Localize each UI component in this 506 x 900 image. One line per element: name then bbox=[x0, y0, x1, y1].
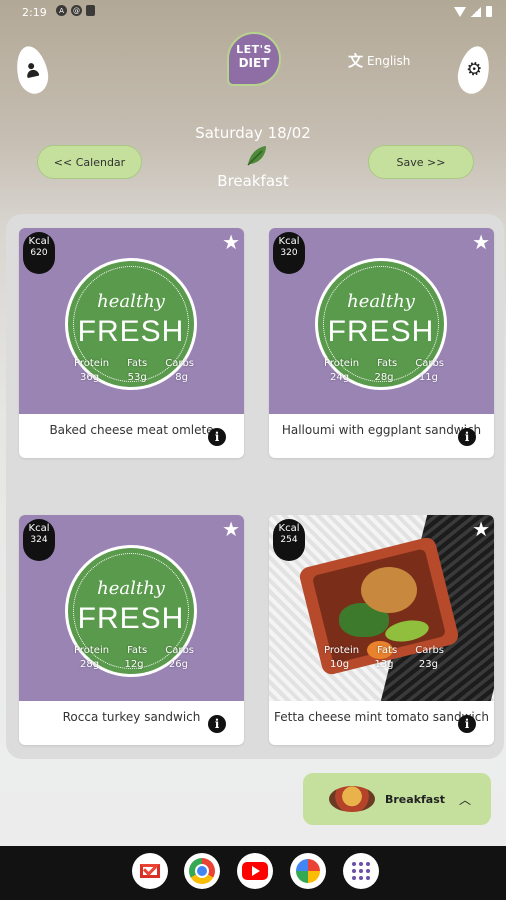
fats-value: 28g bbox=[374, 372, 394, 383]
kcal-badge: Kcal 620 bbox=[23, 232, 55, 274]
fats-label: Fats bbox=[377, 645, 398, 656]
meal-selector[interactable]: Breakfast ︿ bbox=[303, 773, 491, 825]
info-icon[interactable]: i bbox=[458, 715, 476, 733]
protein-label: Protein bbox=[74, 358, 110, 369]
photos-app[interactable] bbox=[290, 853, 326, 889]
language-label: English bbox=[367, 53, 411, 68]
notification-sd-icon bbox=[86, 5, 95, 16]
breakfast-dish-icon bbox=[329, 786, 375, 812]
carbs-value: 11g bbox=[418, 372, 438, 383]
favorite-star-icon[interactable]: ★ bbox=[222, 519, 240, 539]
carbs-value: 8g bbox=[175, 372, 188, 383]
protein-label: Protein bbox=[74, 645, 110, 656]
status-time: 2:19 bbox=[22, 6, 47, 19]
carbs-label: Carbs bbox=[165, 358, 194, 369]
app-drawer-icon bbox=[352, 862, 370, 880]
protein-value: 28g bbox=[80, 659, 100, 670]
carbs-value: 23g bbox=[418, 659, 438, 670]
macros: Protein Fats Carbs 36g 53g 8g bbox=[74, 358, 194, 383]
kcal-value: 324 bbox=[30, 535, 48, 545]
photo-bun bbox=[361, 567, 417, 613]
fats-label: Fats bbox=[127, 645, 148, 656]
chrome-app[interactable] bbox=[184, 853, 220, 889]
signal-icon bbox=[471, 6, 481, 17]
status-notification-icons: A @ bbox=[56, 5, 95, 16]
status-system-icons bbox=[454, 6, 492, 17]
status-bar: 2:19 A @ bbox=[0, 0, 506, 26]
fats-value: 13g bbox=[374, 659, 394, 670]
carbs-label: Carbs bbox=[165, 645, 194, 656]
favorite-star-icon[interactable]: ★ bbox=[472, 519, 490, 539]
kcal-value: 320 bbox=[280, 248, 298, 258]
info-icon[interactable]: i bbox=[458, 428, 476, 446]
protein-label: Protein bbox=[324, 358, 360, 369]
leaf-icon bbox=[247, 146, 266, 166]
favorite-star-icon[interactable]: ★ bbox=[472, 232, 490, 252]
kcal-label: Kcal bbox=[278, 236, 300, 247]
chrome-icon bbox=[189, 858, 215, 884]
badge-line1: healthy bbox=[97, 291, 165, 312]
macros: Protein Fats Carbs 28g 12g 26g bbox=[74, 645, 194, 670]
youtube-icon bbox=[242, 862, 268, 880]
translate-icon: 文 bbox=[348, 52, 364, 70]
meal-card[interactable]: healthy FRESH Protein Fats Carbs 24g 28g… bbox=[269, 228, 494, 458]
macros: Protein Fats Carbs 10g 13g 23g bbox=[324, 645, 444, 670]
wifi-icon bbox=[454, 6, 466, 17]
carbs-label: Carbs bbox=[415, 358, 444, 369]
gmail-icon bbox=[140, 864, 160, 878]
save-button[interactable]: Save >> bbox=[368, 145, 474, 179]
kcal-value: 254 bbox=[280, 535, 298, 545]
gmail-app[interactable] bbox=[132, 853, 168, 889]
carbs-label: Carbs bbox=[415, 645, 444, 656]
meal-card[interactable]: healthy FRESH Protein Fats Carbs 36g 53g… bbox=[19, 228, 244, 458]
protein-value: 24g bbox=[330, 372, 350, 383]
meal-selector-label: Breakfast bbox=[385, 792, 446, 806]
profile-button[interactable] bbox=[12, 43, 52, 97]
badge-line2: FRESH bbox=[77, 315, 185, 348]
fats-label: Fats bbox=[127, 358, 148, 369]
fats-value: 53g bbox=[127, 372, 147, 383]
kcal-label: Kcal bbox=[28, 236, 50, 247]
chevron-up-icon: ︿ bbox=[459, 792, 472, 807]
kcal-badge: Kcal 320 bbox=[273, 232, 305, 274]
language-selector[interactable]: 文 English bbox=[348, 50, 410, 71]
photos-icon bbox=[296, 859, 320, 883]
badge-line1: healthy bbox=[347, 291, 415, 312]
settings-button[interactable]: ⚙ bbox=[454, 43, 494, 97]
notification-a-icon: A bbox=[56, 5, 67, 16]
notification-sync-icon: @ bbox=[71, 5, 82, 16]
kcal-label: Kcal bbox=[28, 523, 50, 534]
meal-card[interactable]: healthy FRESH Protein Fats Carbs 28g 12g… bbox=[19, 515, 244, 745]
battery-icon bbox=[486, 6, 492, 17]
app-logo: LET'S DIET bbox=[227, 32, 281, 86]
user-icon bbox=[24, 62, 41, 79]
protein-label: Protein bbox=[324, 645, 360, 656]
fats-value: 12g bbox=[124, 659, 144, 670]
badge-line2: FRESH bbox=[77, 602, 185, 635]
kcal-value: 620 bbox=[30, 248, 48, 258]
youtube-app[interactable] bbox=[237, 853, 273, 889]
kcal-label: Kcal bbox=[278, 523, 300, 534]
protein-value: 10g bbox=[330, 659, 350, 670]
date-label: Saturday 18/02 bbox=[195, 124, 311, 142]
kcal-badge: Kcal 254 bbox=[273, 519, 305, 561]
badge-line2: FRESH bbox=[327, 315, 435, 348]
macros: Protein Fats Carbs 24g 28g 11g bbox=[324, 358, 444, 383]
fats-label: Fats bbox=[377, 358, 398, 369]
calendar-button[interactable]: << Calendar bbox=[37, 145, 142, 179]
logo-line1: LET'S bbox=[236, 43, 272, 56]
protein-value: 36g bbox=[80, 372, 100, 383]
carbs-value: 26g bbox=[168, 659, 188, 670]
info-icon[interactable]: i bbox=[208, 428, 226, 446]
favorite-star-icon[interactable]: ★ bbox=[222, 232, 240, 252]
logo-line2: DIET bbox=[238, 56, 270, 70]
meal-card[interactable]: Protein Fats Carbs 10g 13g 23g Kcal 254 … bbox=[269, 515, 494, 745]
badge-line1: healthy bbox=[97, 578, 165, 599]
gear-icon: ⚙ bbox=[464, 57, 485, 82]
info-icon[interactable]: i bbox=[208, 715, 226, 733]
app-drawer[interactable] bbox=[343, 853, 379, 889]
kcal-badge: Kcal 324 bbox=[23, 519, 55, 561]
